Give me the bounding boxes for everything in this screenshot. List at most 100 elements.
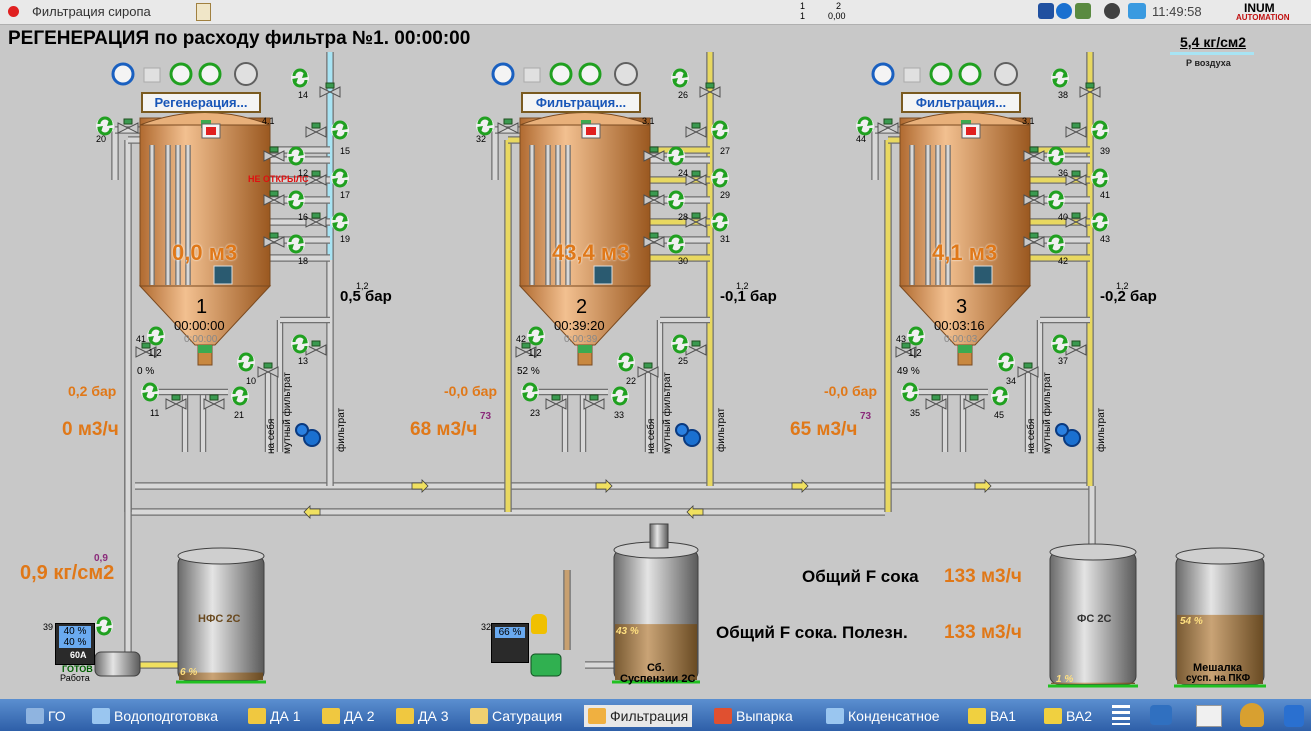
refresh-icon[interactable]	[141, 382, 159, 402]
nav-tab-2[interactable]: Водоподготовка	[92, 705, 218, 727]
filter-mode-button[interactable]: Фильтрация...	[521, 92, 641, 113]
wash-icon[interactable]	[958, 62, 982, 86]
nav-tab-5[interactable]: ДА 3	[396, 705, 449, 727]
refresh-icon[interactable]	[231, 386, 249, 406]
nav-tab-8[interactable]: Выпарка	[714, 705, 793, 727]
refresh-icon[interactable]	[1051, 334, 1069, 354]
valve[interactable]	[203, 394, 225, 410]
filter-mode-button[interactable]: Регенерация...	[141, 92, 261, 113]
refresh-icon[interactable]	[667, 190, 685, 210]
lock-icon[interactable]	[523, 67, 541, 83]
valve[interactable]	[583, 394, 605, 410]
refresh-icon[interactable]	[476, 116, 494, 136]
flow-arrow	[411, 479, 429, 493]
valve-actuator	[883, 118, 893, 125]
timer-icon[interactable]	[929, 62, 953, 86]
nav-tab-1[interactable]: ГО	[26, 705, 66, 727]
trend-icon[interactable]	[1196, 705, 1222, 727]
nav-tab-9[interactable]: Конденсатное	[826, 705, 940, 727]
refresh-icon[interactable]	[1047, 234, 1065, 254]
refresh-icon[interactable]	[1091, 212, 1109, 232]
refresh-icon[interactable]	[331, 120, 349, 140]
refresh-icon[interactable]	[291, 334, 309, 354]
refresh-icon[interactable]	[856, 116, 874, 136]
stop-icon[interactable]	[614, 62, 638, 86]
valve-number: 28	[678, 212, 689, 222]
refresh-icon[interactable]	[991, 386, 1009, 406]
lock-icon[interactable]	[903, 67, 921, 83]
nav-tab-7[interactable]: Фильтрация	[584, 705, 693, 727]
timer-icon[interactable]	[549, 62, 573, 86]
stop-icon[interactable]	[994, 62, 1018, 86]
wash-icon[interactable]	[198, 62, 222, 86]
valve-actuator	[1029, 232, 1039, 239]
refresh-icon[interactable]	[527, 326, 545, 346]
settings-icon[interactable]	[1150, 705, 1172, 725]
refresh-icon[interactable]	[331, 212, 349, 232]
refresh-icon[interactable]	[291, 68, 309, 88]
refresh-icon[interactable]	[711, 212, 729, 232]
refresh-mode-icon[interactable]	[871, 62, 895, 86]
refresh-icon[interactable]	[147, 326, 165, 346]
refresh-icon[interactable]	[287, 190, 305, 210]
refresh-icon[interactable]	[711, 120, 729, 140]
refresh-icon[interactable]	[95, 616, 113, 636]
refresh-icon[interactable]	[1051, 68, 1069, 88]
pump-panel[interactable]: 40 % 40 % 60A	[55, 623, 95, 665]
nav-tab-10[interactable]: ВА1	[968, 705, 1016, 727]
valve[interactable]	[1065, 122, 1087, 138]
nav-tab-4[interactable]: ДА 2	[322, 705, 375, 727]
refresh-icon[interactable]	[617, 352, 635, 372]
filter-number: 2	[576, 296, 588, 318]
refresh-icon[interactable]	[901, 382, 919, 402]
refresh-icon[interactable]	[287, 146, 305, 166]
engineer-icon[interactable]	[1240, 703, 1264, 727]
menu-icon[interactable]	[1112, 705, 1130, 725]
refresh-icon[interactable]	[96, 116, 114, 136]
refresh-icon[interactable]	[1091, 168, 1109, 188]
timer-icon[interactable]	[169, 62, 193, 86]
refresh-icon[interactable]	[331, 168, 349, 188]
refresh-icon[interactable]	[1047, 190, 1065, 210]
refresh-icon[interactable]	[671, 68, 689, 88]
refresh-icon[interactable]	[521, 382, 539, 402]
valve[interactable]	[685, 122, 707, 138]
icon-shape	[929, 62, 953, 86]
refresh-icon[interactable]	[1091, 120, 1109, 140]
nav-tab-6[interactable]: Сатурация	[470, 705, 562, 727]
touch-icon[interactable]	[1284, 705, 1304, 727]
valve-actuator	[691, 122, 701, 129]
refresh-icon[interactable]	[237, 352, 255, 372]
valve-actuator	[649, 146, 659, 153]
valve[interactable]	[305, 122, 327, 138]
refresh-icon[interactable]	[667, 146, 685, 166]
refresh-icon[interactable]	[611, 386, 629, 406]
stop-icon[interactable]	[234, 62, 258, 86]
wash-icon[interactable]	[578, 62, 602, 86]
hand-icon[interactable]	[531, 614, 547, 634]
valve[interactable]	[305, 340, 327, 356]
valve-number: 11	[150, 408, 160, 418]
refresh-icon[interactable]	[287, 234, 305, 254]
refresh-mode-icon[interactable]	[111, 62, 135, 86]
suspension-panel[interactable]: 66 %	[491, 623, 529, 663]
valve[interactable]	[963, 394, 985, 410]
refresh-icon[interactable]	[711, 168, 729, 188]
refresh-icon[interactable]	[671, 334, 689, 354]
valve[interactable]	[1065, 340, 1087, 356]
valve-actuator	[1071, 340, 1081, 347]
refresh-icon[interactable]	[1047, 146, 1065, 166]
refresh-bg	[991, 387, 1009, 405]
panel-value-2: 40 %	[59, 637, 91, 648]
refresh-icon[interactable]	[667, 234, 685, 254]
nav-tab-3[interactable]: ДА 1	[248, 705, 301, 727]
refresh-mode-icon[interactable]	[491, 62, 515, 86]
refresh-icon[interactable]	[997, 352, 1015, 372]
refresh-bg	[907, 327, 925, 345]
filter-mode-button[interactable]: Фильтрация...	[901, 92, 1021, 113]
refresh-icon[interactable]	[907, 326, 925, 346]
nav-tab-icon	[1044, 708, 1062, 724]
valve[interactable]	[685, 340, 707, 356]
nav-tab-11[interactable]: ВА2	[1044, 705, 1092, 727]
lock-icon[interactable]	[143, 67, 161, 83]
